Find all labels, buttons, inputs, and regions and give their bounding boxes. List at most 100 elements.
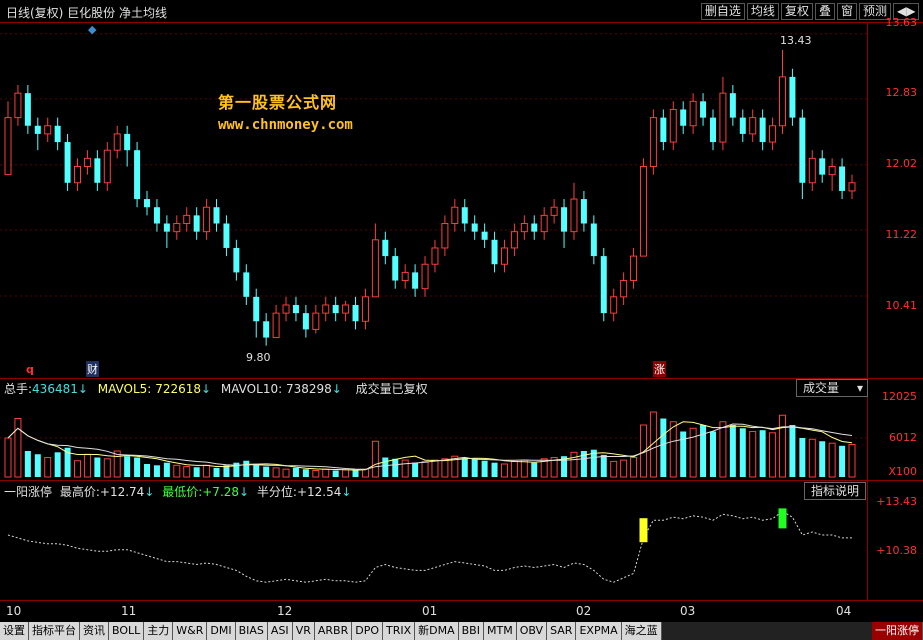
volume-bar: [193, 467, 200, 477]
tab-17[interactable]: SAR: [547, 622, 577, 640]
volume-bar: [500, 463, 508, 478]
candle-body: [590, 223, 597, 257]
price-panel[interactable]: ◆ 第一股票公式网 www.chnmoney.com 13.43 9.80 q …: [0, 22, 868, 378]
volume-bar: [481, 460, 488, 477]
volume-chart[interactable]: [0, 399, 868, 479]
tab-14[interactable]: BBI: [458, 622, 484, 640]
volume-bar: [639, 424, 647, 478]
candle-body: [610, 296, 618, 314]
candle-body: [401, 271, 409, 282]
candle-body: [213, 207, 220, 224]
tab-2[interactable]: 资讯: [80, 622, 109, 640]
tab-11[interactable]: DPO: [352, 622, 383, 640]
candle-body: [183, 214, 191, 225]
candle-body: [819, 158, 826, 175]
down-arrow-icon: ↓: [331, 382, 342, 396]
volume-bar: [371, 440, 379, 478]
down-arrow-icon: ↓: [239, 485, 250, 499]
volume-bar: [183, 466, 191, 478]
marker-limit-up[interactable]: 涨: [653, 361, 666, 377]
tab-8[interactable]: ASI: [267, 622, 293, 640]
date-tick: 10: [6, 604, 22, 618]
candle-body: [660, 117, 667, 143]
down-arrow-icon: ↓: [144, 485, 155, 499]
tab-5[interactable]: W&R: [173, 622, 208, 640]
tab-9[interactable]: VR: [292, 622, 315, 640]
indicator-chart[interactable]: [0, 501, 868, 599]
price-tick: 12.83: [885, 86, 918, 99]
tab-15[interactable]: MTM: [483, 622, 517, 640]
tab-1[interactable]: 指标平台: [29, 622, 80, 640]
volume-bar: [361, 468, 369, 478]
candle-body: [431, 247, 439, 265]
chart-header: 日线(复权) 巨化股份 净土均线 删自选 均线 复权 叠 窗 预测 ◀▶: [0, 0, 923, 22]
overlay-button[interactable]: 叠: [814, 3, 835, 20]
candle-body: [630, 255, 638, 282]
remove-favorite-button[interactable]: 删自选: [700, 3, 745, 20]
date-tick: 02: [576, 604, 592, 618]
date-axis: 10 11 12 01 02 03 04: [0, 600, 868, 622]
candle-body: [34, 125, 41, 134]
candle-body: [719, 92, 727, 143]
candle-body: [302, 313, 309, 330]
candle-body: [749, 117, 757, 135]
ma-button[interactable]: 均线: [746, 3, 779, 20]
tab-12[interactable]: TRIX: [382, 622, 416, 640]
low-label: 最低价:: [162, 485, 203, 499]
tab-7[interactable]: BIAS: [235, 622, 268, 640]
candlestick-chart[interactable]: [0, 22, 868, 378]
volume-dropdown[interactable]: 成交量 ▾: [796, 379, 868, 397]
volume-bar: [471, 458, 478, 477]
high-label: 最高价:: [59, 485, 100, 499]
indicator-tab-bar: 设置 指标平台 资讯 BOLL 主力 W&R DMI BIAS ASI VR ARBR DPO TRIX…: [0, 622, 923, 640]
ma5-label: MAVOL5:: [97, 382, 152, 396]
tab-0[interactable]: 设置: [0, 622, 29, 640]
volume-bar: [302, 469, 309, 477]
window-button[interactable]: 窗: [836, 3, 857, 20]
date-tick: 11: [121, 604, 137, 618]
volume-bar: [103, 458, 111, 478]
volume-bar: [54, 452, 61, 477]
ma10-value: 738298: [285, 382, 332, 396]
candle-body: [392, 256, 399, 281]
low-value: +7.28: [202, 485, 240, 499]
indicator-panel[interactable]: 一阳涨停 最高价:+12.74↓ 最低价:+7.28↓ 半分位:+12.54↓ …: [0, 481, 868, 600]
tab-10[interactable]: ARBR: [314, 622, 353, 640]
candle-body: [759, 117, 766, 143]
volume-bar: [342, 469, 350, 478]
volume-bar: [14, 418, 22, 478]
volume-note: 成交量已复权: [355, 382, 428, 396]
tab-16[interactable]: OBV: [516, 622, 548, 640]
tab-19[interactable]: 海之蓝: [621, 622, 662, 640]
volume-bar: [729, 425, 736, 477]
indicator-tick: +13.43: [876, 495, 917, 508]
volume-panel[interactable]: 总手:436481↓ MAVOL5: 722618↓ MAVOL10: 7382…: [0, 379, 868, 480]
high-value: +12.74: [99, 485, 145, 499]
tab-20[interactable]: 一阳涨停: [872, 622, 923, 640]
candle-body: [14, 92, 22, 119]
tab-13[interactable]: 新DMA: [415, 622, 459, 640]
marker-finance[interactable]: 财: [86, 361, 99, 377]
volume-bar: [292, 467, 299, 477]
marker-q[interactable]: q: [26, 363, 34, 376]
volume-tick: X100: [888, 465, 917, 478]
volume-bar: [630, 457, 638, 478]
tab-4[interactable]: 主力: [144, 622, 174, 640]
high-price-label: 13.43: [780, 34, 812, 47]
volume-bar: [819, 441, 826, 477]
volume-bar: [83, 453, 91, 478]
tab-6[interactable]: DMI: [207, 622, 236, 640]
volume-tick: 6012: [889, 431, 917, 444]
volume-bar: [312, 470, 320, 478]
candle-body: [540, 214, 548, 233]
tab-3[interactable]: BOLL: [109, 622, 145, 640]
volume-bar: [44, 457, 52, 478]
watermark-name: 第一股票公式网: [218, 93, 338, 112]
volume-bar: [610, 460, 618, 478]
candle-body: [94, 158, 101, 183]
volume-bar: [709, 431, 716, 477]
adjust-button[interactable]: 复权: [780, 3, 813, 20]
candle-body: [361, 296, 369, 322]
indicator-help-button[interactable]: 指标说明: [804, 482, 867, 500]
tab-18[interactable]: EXPMA: [576, 622, 622, 640]
